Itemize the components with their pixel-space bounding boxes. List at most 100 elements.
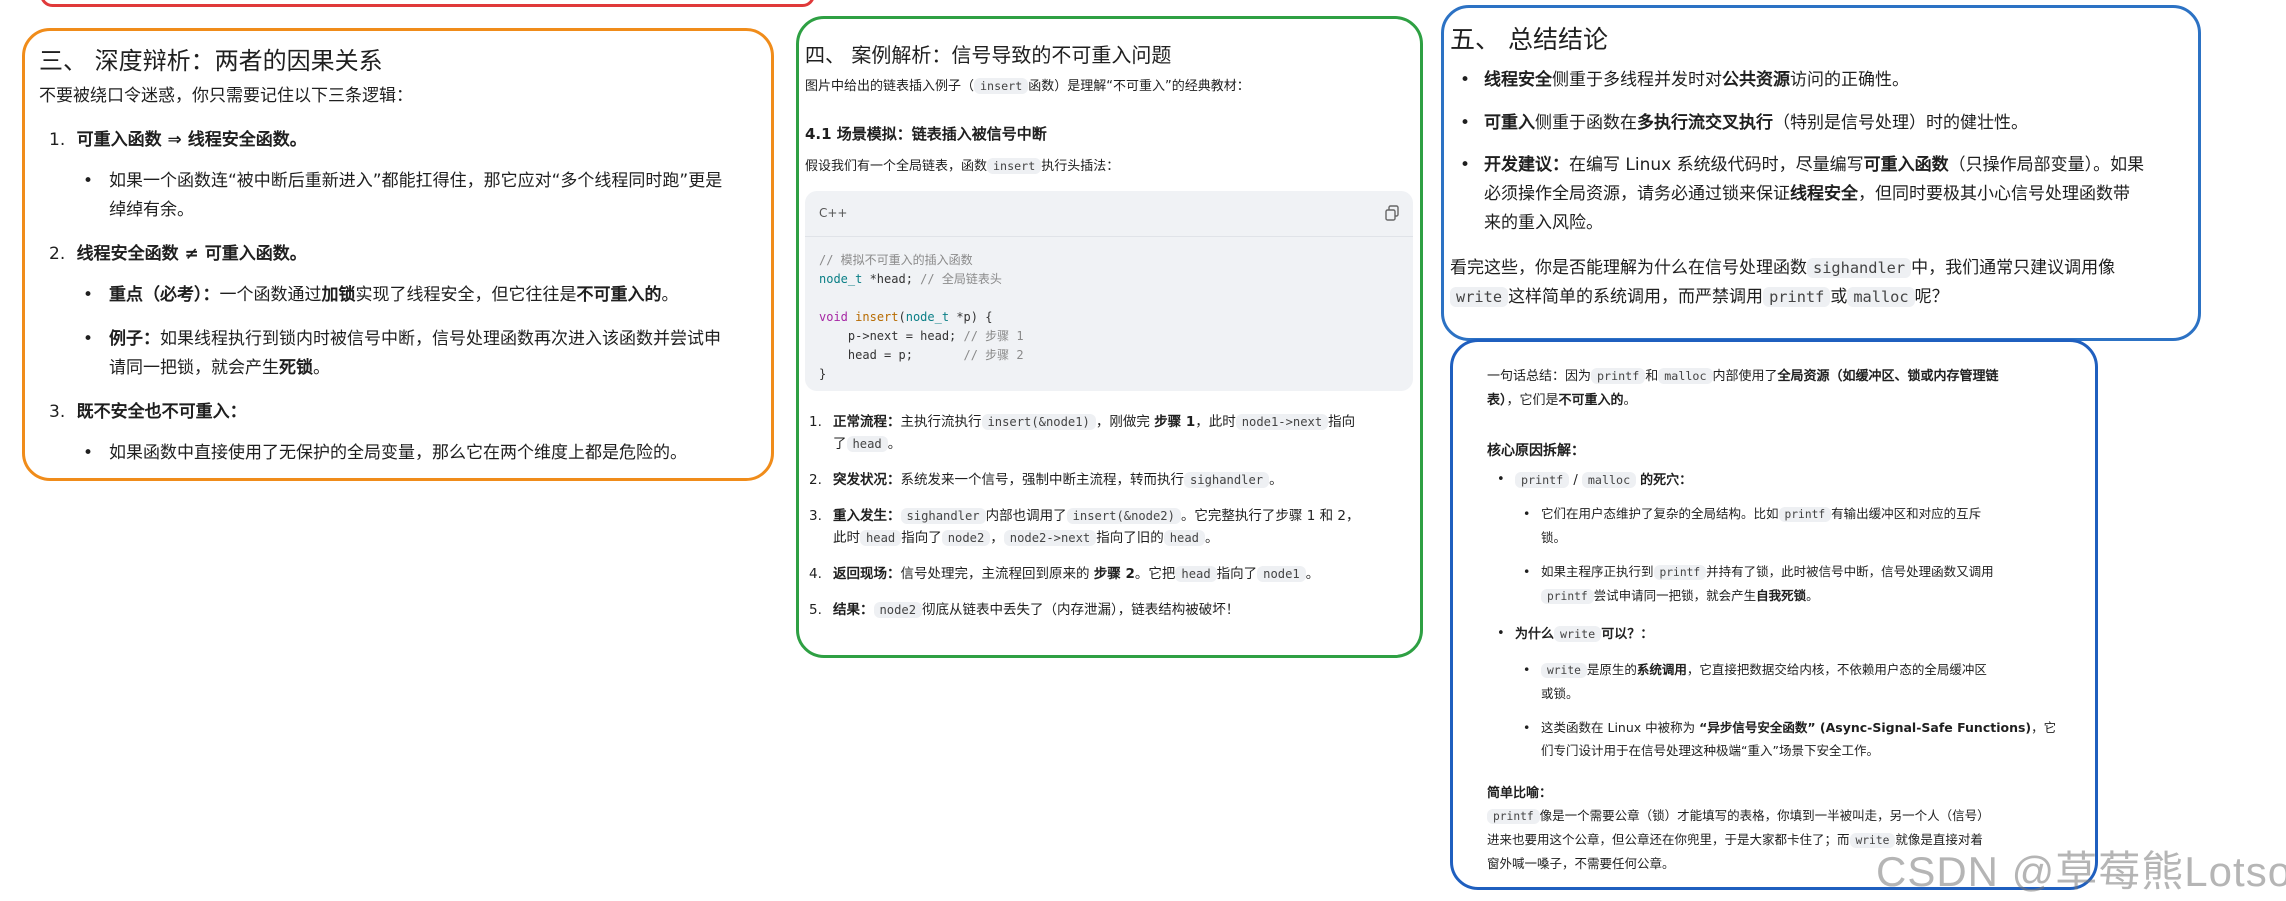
bullet-text: 实现了线程安全，但它往往是 <box>355 285 577 305</box>
inline-code: sighandler <box>900 508 986 524</box>
list-heading: 线程安全函数 ≠ 可重入函数。 <box>76 244 307 264</box>
bullet-text: 。 <box>661 285 679 305</box>
question-text: 或 <box>1830 287 1848 307</box>
code-block: C++ // 模拟不可重入的插入函数 node_t *head; // 全局链表… <box>805 191 1413 391</box>
step-number: 3. <box>809 508 822 524</box>
step-text: 。 <box>1305 566 1320 582</box>
analogy-line: 像是一个需要公章（锁）才能填写的表格，你填到一半被叫走，另一个人（信号） <box>1539 808 1990 823</box>
analogy-heading: 简单比喻： <box>1487 786 1553 801</box>
step-label: 正常流程： <box>833 414 901 430</box>
step-label: 突发状况： <box>833 472 901 488</box>
list-number: 3. <box>49 402 66 422</box>
step-bold: 步骤 1 <box>1154 414 1196 430</box>
summary-text: 内部使用了 <box>1712 369 1778 384</box>
bullet-text: ，但同时要极其小心信号处理函数带 <box>1858 184 2130 204</box>
reason-item: • 为什么 write 可以？： <box>1497 626 1654 642</box>
inline-code: malloc <box>1658 368 1713 384</box>
code-text: p->next = head; <box>819 329 964 343</box>
step-label: 返回现场： <box>833 566 901 582</box>
code-block-header: C++ <box>805 191 1413 237</box>
bullet-text: 侧重于函数在 <box>1535 113 1637 133</box>
code-comment: // 模拟不可重入的插入函数 <box>819 253 973 267</box>
reason-bold: 的死穴： <box>1640 473 1693 488</box>
step-text: 主执行流执行 <box>900 414 982 430</box>
inline-code: insert <box>974 78 1029 94</box>
code-comment: // 步骤 2 <box>963 348 1024 362</box>
code-text: } <box>819 367 827 381</box>
bullet-text: 如果一个函数连“被中断后重新进入”都能扛得住，那它应对“多个线程同时跑”更是 <box>109 171 723 191</box>
panel-answer: 一句话总结：因为 printf 和 malloc 内部使用了全局资源（如缓冲区、锁或内存… <box>1450 339 2098 890</box>
list-number: 1. <box>49 130 66 150</box>
previous-panel-border <box>40 0 815 7</box>
step-item: 2. 突发状况：系统发来一个信号，强制中断主流程，转而执行 sighandler。 <box>809 469 1415 505</box>
inline-code: node2 <box>873 602 923 618</box>
code-type: node_t <box>905 310 950 324</box>
subsection-title: 4.1 场景模拟：链表插入被信号中断 <box>805 125 1047 143</box>
summary-text: 。 <box>1623 393 1637 408</box>
detail-text: 是原生的 <box>1586 662 1637 677</box>
inline-code: insert(&node1) <box>981 414 1096 430</box>
detail-bold: 系统调用 <box>1636 662 1687 677</box>
section-5-title: 五、 总结结论 <box>1450 25 1608 54</box>
subsection-intro: 假设我们有一个全局链表，函数 insert 执行头插法： <box>805 155 1119 174</box>
question-text: 看完这些，你是否能理解为什么在信号处理函数 <box>1450 258 1807 278</box>
bullet-bold: 线程安全 <box>1484 70 1552 90</box>
step-text: 。 <box>1204 530 1219 546</box>
section-3-intro: 不要被绕口令迷惑，你只需要记住以下三条逻辑： <box>39 86 413 106</box>
inline-code: malloc <box>1581 472 1637 488</box>
step-number: 2. <box>809 472 822 488</box>
step-text: 彻底从链表中丢失了（内存泄漏），链表结构被破坏！ <box>922 602 1240 618</box>
detail-text: 或锁。 <box>1541 686 1579 701</box>
inline-code: write <box>1541 663 1587 678</box>
bullet-bold: 不可重入的 <box>576 285 662 305</box>
inline-code: malloc <box>1847 287 1915 307</box>
summary-text: 一句话总结：因为 <box>1487 369 1592 384</box>
step-text: 信号处理完，主流程回到原来的 <box>900 566 1094 582</box>
detail-text: 它们在用户态维护了复杂的全局结构。比如 <box>1541 506 1779 521</box>
bullet-text: （只操作局部变量）。如果 <box>1948 155 2145 175</box>
inline-code: printf <box>1778 507 1832 522</box>
inline-code: head <box>846 436 888 452</box>
section-4-intro: 图片中给出的链表插入例子（ insert 函数）是理解“不可重入”的经典教材： <box>805 75 1250 94</box>
intro-text: 图片中给出的链表插入例子（ <box>805 79 975 94</box>
step-number: 5. <box>809 602 822 618</box>
detail-text: 有输出缓冲区和对应的互斥 <box>1831 506 1982 521</box>
bullet-bold: 可重入函数 <box>1863 155 1949 175</box>
inline-code: head <box>1163 530 1205 546</box>
step-text: 。它把 <box>1134 566 1176 582</box>
step-item: 1. 正常流程：主执行流执行 insert(&node1) ，刚做完 步骤 1，此时… <box>809 411 1415 459</box>
reason-detail: • 如果主程序正执行到 printf 并持有了锁，此时被信号中断，信号处理函数又调用… <box>1523 564 1994 604</box>
question-text: 呢？ <box>1914 287 1949 307</box>
list-bullet: • 例子：如果线程执行到锁内时被信号中断，信号处理函数再次进入该函数并尝试申 请同… <box>83 329 721 378</box>
detail-text: ，它 <box>2031 720 2057 735</box>
analogy-line: 进来也要用这个公章，但公章还在你兜里，于是大家都卡住了；而 <box>1487 832 1850 847</box>
copy-icon[interactable] <box>1385 205 1399 221</box>
inline-code: sighandler <box>1807 258 1912 278</box>
list-bullet: • 重点（必考）：一个函数通过加锁实现了线程安全，但它往往是不可重入的。 <box>83 285 679 305</box>
bullet-label: 例子： <box>109 329 160 349</box>
inline-code: node1->next <box>1235 414 1329 430</box>
list-bullet: • 如果一个函数连“被中断后重新进入”都能扛得住，那它应对“多个线程同时跑”更是… <box>83 171 723 220</box>
inline-code: printf <box>1541 589 1594 604</box>
panel-section-4: 四、 案例解析：信号导致的不可重入问题 图片中给出的链表插入例子（ insert 函… <box>796 16 1423 658</box>
summary-bold: 不可重入的 <box>1558 393 1624 408</box>
step-text: 。 <box>1269 472 1283 488</box>
list-item: 2. 线程安全函数 ≠ 可重入函数。 <box>49 239 307 264</box>
bullet-text: 如果线程执行到锁内时被信号中断，信号处理函数再次进入该函数并尝试申 <box>160 329 721 349</box>
list-item: 3. 既不安全也不可重入： <box>49 397 247 422</box>
section-3-title: 三、 深度辩析：两者的因果关系 <box>39 47 383 75</box>
reason-item: • printf / malloc 的死穴： <box>1497 472 1693 488</box>
panel-section-5: 五、 总结结论 • 线程安全侧重于多线程并发时对公共资源访问的正确性。 • 可重… <box>1441 5 2201 341</box>
inline-code: insert <box>987 158 1042 174</box>
step-number: 1. <box>809 414 822 430</box>
step-label: 重入发生： <box>833 508 901 524</box>
bullet-bold: 多执行流交叉执行 <box>1637 113 1773 133</box>
step-label: 结果： <box>833 602 874 618</box>
step-text: 指向了旧的 <box>1096 530 1164 546</box>
code-keyword: void <box>819 310 848 324</box>
step-text: 。它完整执行了步骤 1 和 2， <box>1180 508 1360 524</box>
inline-code: printf <box>1487 809 1540 824</box>
step-text: ，刚做完 <box>1095 414 1155 430</box>
summary-bullet: • 开发建议：在编写 Linux 系统级代码时，尽量编写可重入函数（只操作局部变… <box>1460 155 2145 233</box>
inline-code: head <box>1175 566 1217 582</box>
